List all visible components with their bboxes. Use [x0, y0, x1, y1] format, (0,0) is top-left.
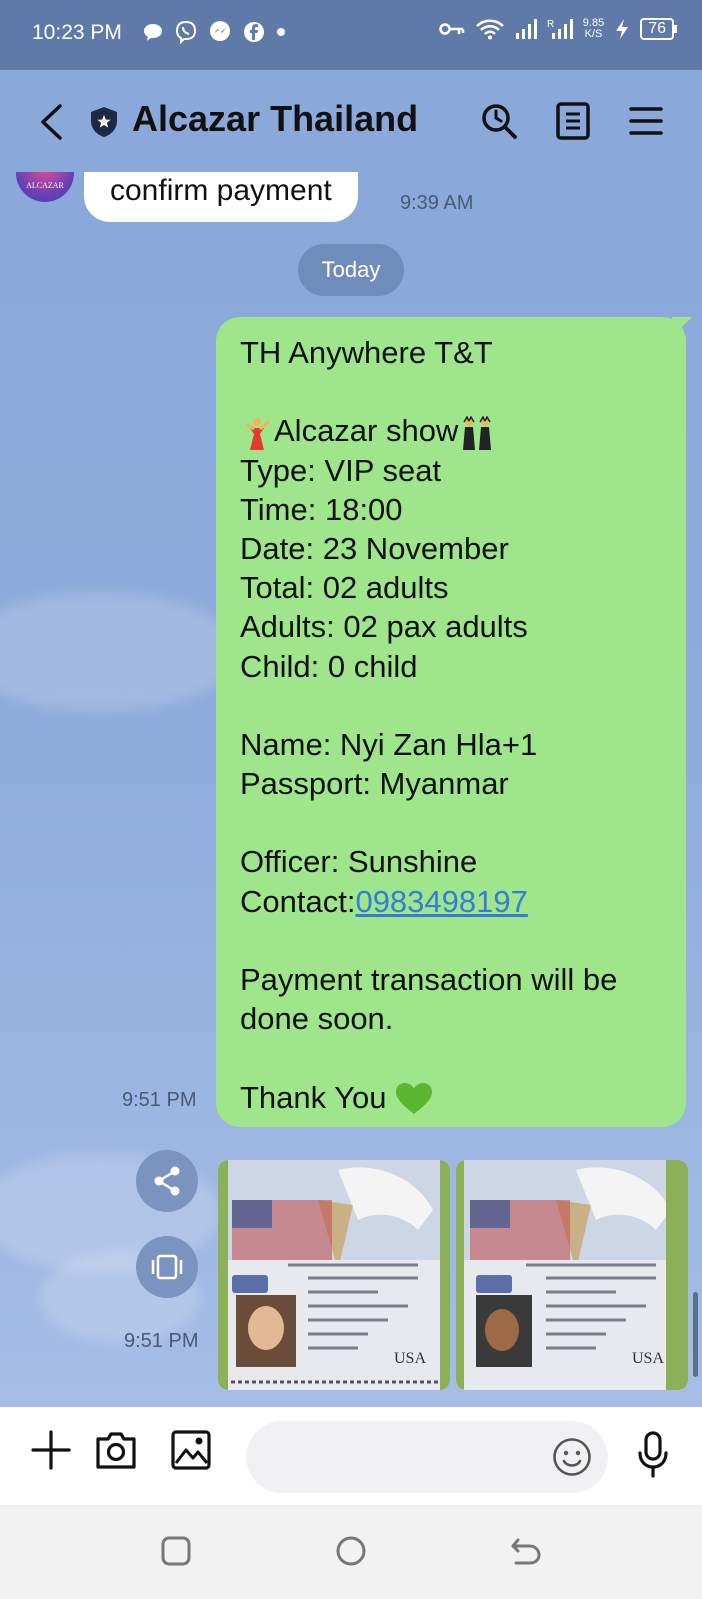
dancer-emoji-icon: [245, 418, 270, 451]
incoming-message[interactable]: confirm payment: [84, 172, 358, 222]
back-icon[interactable]: [38, 103, 64, 141]
messenger-icon: [210, 21, 230, 41]
photos-time: 9:51 PM: [124, 1330, 199, 1352]
message-line-text: Thank You: [240, 1079, 387, 1115]
wifi-icon: [475, 19, 504, 40]
carousel-icon: [151, 1254, 183, 1280]
message-line: [240, 686, 662, 725]
avatar-text: ALCAZAR: [26, 181, 64, 190]
share-button[interactable]: [136, 1150, 198, 1212]
dot-icon: [277, 28, 285, 36]
message-line: [240, 1038, 662, 1077]
chat-area[interactable]: ALCAZAR confirm payment 9:39 AM Today TH…: [0, 172, 702, 1407]
plus-icon[interactable]: [30, 1429, 72, 1471]
svg-text:R: R: [547, 19, 554, 30]
message-line: Type: VIP seat: [240, 452, 442, 488]
battery-level: 76: [640, 18, 677, 40]
emoji-icon[interactable]: [552, 1437, 592, 1477]
phone-link[interactable]: 0983498197: [355, 884, 527, 919]
message-line: Alcazar show: [240, 411, 662, 451]
message-line: [240, 803, 662, 842]
date-separator: Today: [298, 244, 404, 296]
incoming-message-time: 9:39 AM: [400, 192, 474, 214]
dancers-emoji-icon: [463, 416, 492, 451]
scrollbar[interactable]: [693, 1292, 698, 1377]
passport-photo[interactable]: USA: [218, 1160, 450, 1390]
avatar[interactable]: ALCAZAR: [16, 172, 74, 202]
message-line: Adults: 02 pax adults: [240, 609, 528, 645]
message-line: done soon.: [240, 1001, 394, 1037]
mic-icon[interactable]: [636, 1431, 670, 1479]
camera-icon[interactable]: [94, 1429, 138, 1471]
outgoing-message[interactable]: TH Anywhere T&T Alcazar show Type: VIP s…: [216, 317, 686, 1127]
home-icon[interactable]: [335, 1535, 367, 1567]
signal-icon: [515, 19, 537, 39]
contact-label: Contact:: [240, 883, 356, 919]
message-line: TH Anywhere T&T: [240, 335, 493, 370]
notification-icons: [142, 20, 286, 44]
message-line: Date: 23 November: [240, 530, 509, 566]
net-speed-unit: K/S: [584, 28, 603, 40]
search-icon[interactable]: [480, 102, 518, 140]
chat-bubble-icon: [144, 24, 162, 41]
message-line: Passport: Myanmar: [240, 766, 509, 802]
message-line: [240, 921, 662, 960]
message-line: Officer: Sunshine: [240, 844, 478, 880]
message-line: Time: 18:00: [240, 491, 403, 527]
facebook-icon: [244, 22, 264, 42]
gallery-view-button[interactable]: [136, 1236, 198, 1298]
image-icon[interactable]: [170, 1429, 212, 1471]
viber-icon: [175, 20, 197, 44]
photo-usa-label: USA: [394, 1350, 427, 1367]
incoming-message-text: confirm payment: [110, 174, 332, 207]
system-nav-bar: [0, 1505, 702, 1599]
input-bar: [0, 1407, 702, 1505]
charging-icon: [616, 19, 629, 39]
notes-icon[interactable]: [555, 102, 591, 140]
chat-header: Alcazar Thailand: [0, 70, 702, 172]
message-line: Total: 02 adults: [240, 570, 449, 606]
message-line: Contact:0983498197: [240, 882, 662, 921]
photo-group: USA USA: [218, 1160, 688, 1390]
photo-usa-label: USA: [632, 1350, 665, 1367]
menu-icon[interactable]: [628, 102, 664, 140]
passport-photo[interactable]: USA: [456, 1160, 688, 1390]
shield-icon: [91, 107, 117, 137]
recents-icon[interactable]: [160, 1535, 192, 1567]
system-icons: R 9.85 K/S 76: [439, 18, 677, 40]
message-line: Thank You: [240, 1078, 662, 1117]
message-line: Name: Nyi Zan Hla+1: [240, 726, 538, 762]
outgoing-message-time: 9:51 PM: [122, 1089, 197, 1111]
message-line: Child: 0 child: [240, 648, 418, 684]
message-line: [240, 372, 662, 411]
green-heart-emoji-icon: [396, 1083, 433, 1115]
message-line: Payment transaction will be: [240, 962, 618, 997]
message-line-text: Alcazar show: [274, 413, 459, 449]
net-speed: 9.85 K/S: [583, 18, 604, 40]
status-bar: 10:23 PM R 9.85 K/S 76: [0, 0, 702, 70]
share-icon: [154, 1166, 180, 1196]
key-icon: [439, 23, 465, 35]
signal-r-icon: R: [547, 19, 573, 39]
status-time: 10:23 PM: [32, 21, 122, 44]
back-nav-icon[interactable]: [510, 1535, 542, 1567]
chat-title: Alcazar Thailand: [132, 98, 419, 139]
